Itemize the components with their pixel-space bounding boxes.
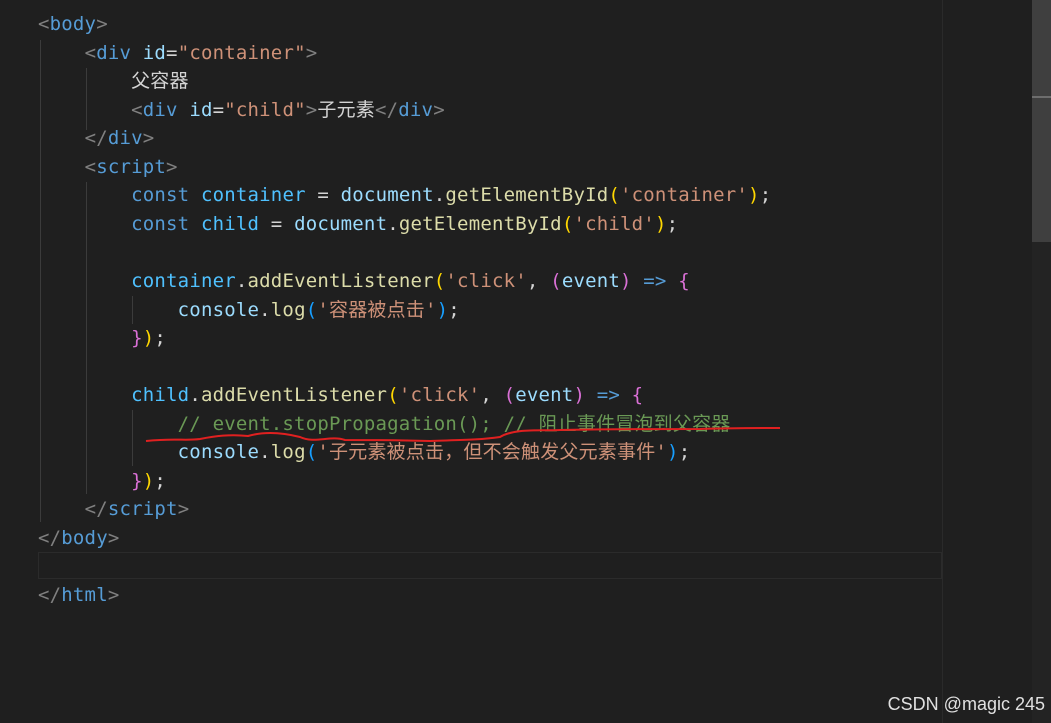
scrollbar-thumb[interactable]	[1032, 0, 1051, 242]
minimap[interactable]	[942, 0, 1033, 723]
code-editor[interactable]: <body> <div id="container"> 父容器 <div id=…	[0, 0, 942, 723]
red-underline-annotation	[145, 427, 781, 443]
watermark-text: CSDN @magic 245	[887, 694, 1045, 714]
scrollbar-position-marker	[1032, 96, 1051, 98]
